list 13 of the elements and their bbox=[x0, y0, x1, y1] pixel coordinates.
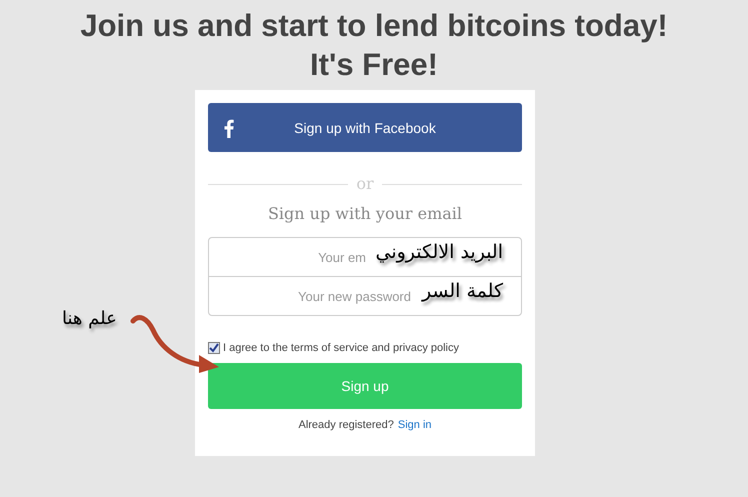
terms-checkbox[interactable] bbox=[208, 342, 220, 354]
page-heading: Join us and start to lend bitcoins today! bbox=[80, 7, 668, 45]
annotation-label: كلمة السر bbox=[422, 280, 503, 302]
facebook-icon bbox=[224, 119, 234, 138]
annotation-label: البريد الالكتروني bbox=[376, 241, 503, 263]
signin-link[interactable]: Sign in bbox=[398, 419, 432, 431]
page-heading: It's Free! bbox=[310, 46, 438, 84]
signin-prompt: Already registered? bbox=[298, 419, 394, 431]
callout-text: علم هنا bbox=[62, 308, 117, 329]
form-subtitle: Sign up with your email bbox=[266, 204, 464, 223]
curved-arrow-icon bbox=[129, 314, 221, 374]
facebook-signup-button[interactable]: Sign up with Facebook bbox=[208, 103, 522, 152]
terms-label: I agree to the terms of service and privacy policy bbox=[223, 342, 459, 354]
